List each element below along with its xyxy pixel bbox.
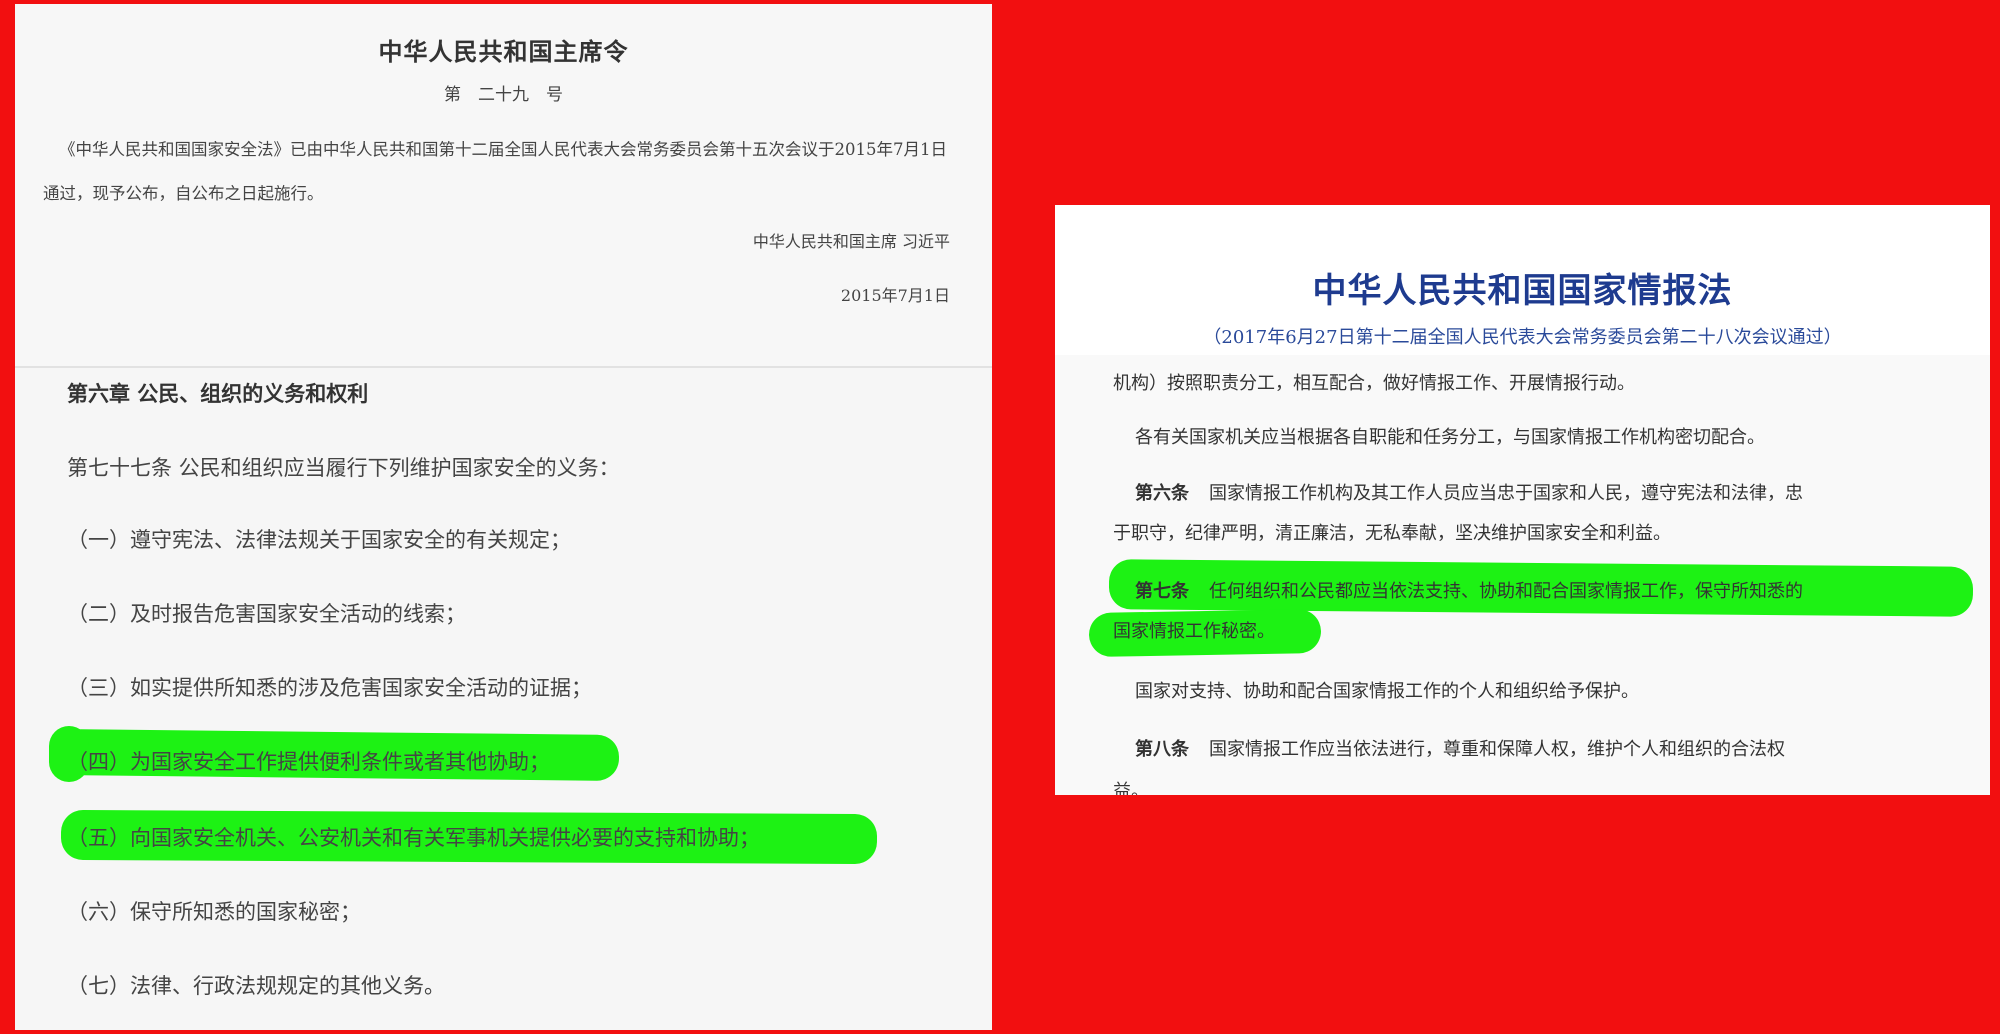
national-intelligence-law-panel: 中华人民共和国国家情报法 （2017年6月27日第十二届全国人民代表大会常务委员… [1055, 205, 1990, 795]
text-line: 国家对支持、协助和配合国家情报工作的个人和组织给予保护。 [1135, 681, 1639, 702]
article-6-label: 第六条 [1135, 483, 1189, 504]
article-7-line-1: 第七条 任何组织和公民都应当依法支持、协助和配合国家情报工作，保守所知悉的 [1135, 577, 1803, 603]
duty-item: （六）保守所知悉的国家秘密； [67, 900, 361, 924]
article-8-label: 第八条 [1135, 739, 1189, 760]
page: { "left": { "decree_title": "中华人民共和国主席令"… [0, 0, 2000, 1034]
article-8-line-1: 第八条 国家情报工作应当依法进行，尊重和保障人权，维护个人和组织的合法权 [1135, 735, 1785, 761]
presidential-decree-header: 中华人民共和国主席令 第 二十九 号 《中华人民共和国国家安全法》已由中华人民共… [15, 4, 992, 366]
duty-item: （二）及时报告危害国家安全活动的线索； [67, 602, 466, 626]
article-7-text: 任何组织和公民都应当依法支持、协助和配合国家情报工作，保守所知悉的 [1209, 581, 1803, 602]
article-6-line-1: 第六条 国家情报工作机构及其工作人员应当忠于国家和人民，遵守宪法和法律，忠 [1135, 479, 1803, 505]
text-line: 机构）按照职责分工，相互配合，做好情报工作、开展情报行动。 [1113, 373, 1635, 394]
article-77: 第七十七条 公民和组织应当履行下列维护国家安全的义务： [67, 456, 620, 480]
law-header: 中华人民共和国国家情报法 （2017年6月27日第十二届全国人民代表大会常务委员… [1055, 205, 1990, 355]
text-line: 各有关国家机关应当根据各自职能和任务分工，与国家情报工作机构密切配合。 [1135, 427, 1765, 448]
article-6-line-2: 于职守，纪律严明，清正廉洁，无私奉献，坚决维护国家安全和利益。 [1113, 523, 1671, 544]
decree-title: 中华人民共和国主席令 [378, 37, 629, 66]
law-title: 中华人民共和国国家情报法 [1312, 271, 1733, 311]
article-8-text: 国家情报工作应当依法进行，尊重和保障人权，维护个人和组织的合法权 [1209, 739, 1785, 760]
duty-item: （一）遵守宪法、法律法规关于国家安全的有关规定； [67, 528, 571, 552]
section-divider [15, 366, 992, 368]
decree-signer: 中华人民共和国主席 习近平 [752, 232, 950, 251]
article-8-line-2: 益。 [1113, 781, 1149, 795]
duty-item-highlighted: （五）向国家安全机关、公安机关和有关军事机关提供必要的支持和协助； [67, 826, 760, 850]
decree-date: 2015年7月1日 [840, 286, 950, 305]
duty-item: （七）法律、行政法规规定的其他义务。 [67, 974, 445, 998]
decree-number: 第 二十九 号 [444, 85, 563, 105]
law-subtitle: （2017年6月27日第十二届全国人民代表大会常务委员会第二十八次会议通过） [1203, 327, 1842, 348]
duty-item-highlighted: （四）为国家安全工作提供便利条件或者其他协助； [67, 750, 550, 774]
duty-item: （三）如实提供所知悉的涉及危害国家安全活动的证据； [67, 676, 592, 700]
article-7-label: 第七条 [1135, 581, 1189, 602]
article-6-text: 国家情报工作机构及其工作人员应当忠于国家和人民，遵守宪法和法律，忠 [1209, 483, 1803, 504]
national-security-law-panel: 中华人民共和国主席令 第 二十九 号 《中华人民共和国国家安全法》已由中华人民共… [15, 4, 992, 1030]
chapter-title: 第六章 公民、组织的义务和权利 [67, 381, 369, 406]
decree-body: 《中华人民共和国国家安全法》已由中华人民共和国第十二届全国人民代表大会常务委员会… [43, 140, 947, 203]
article-7-line-2: 国家情报工作秘密。 [1113, 621, 1275, 642]
